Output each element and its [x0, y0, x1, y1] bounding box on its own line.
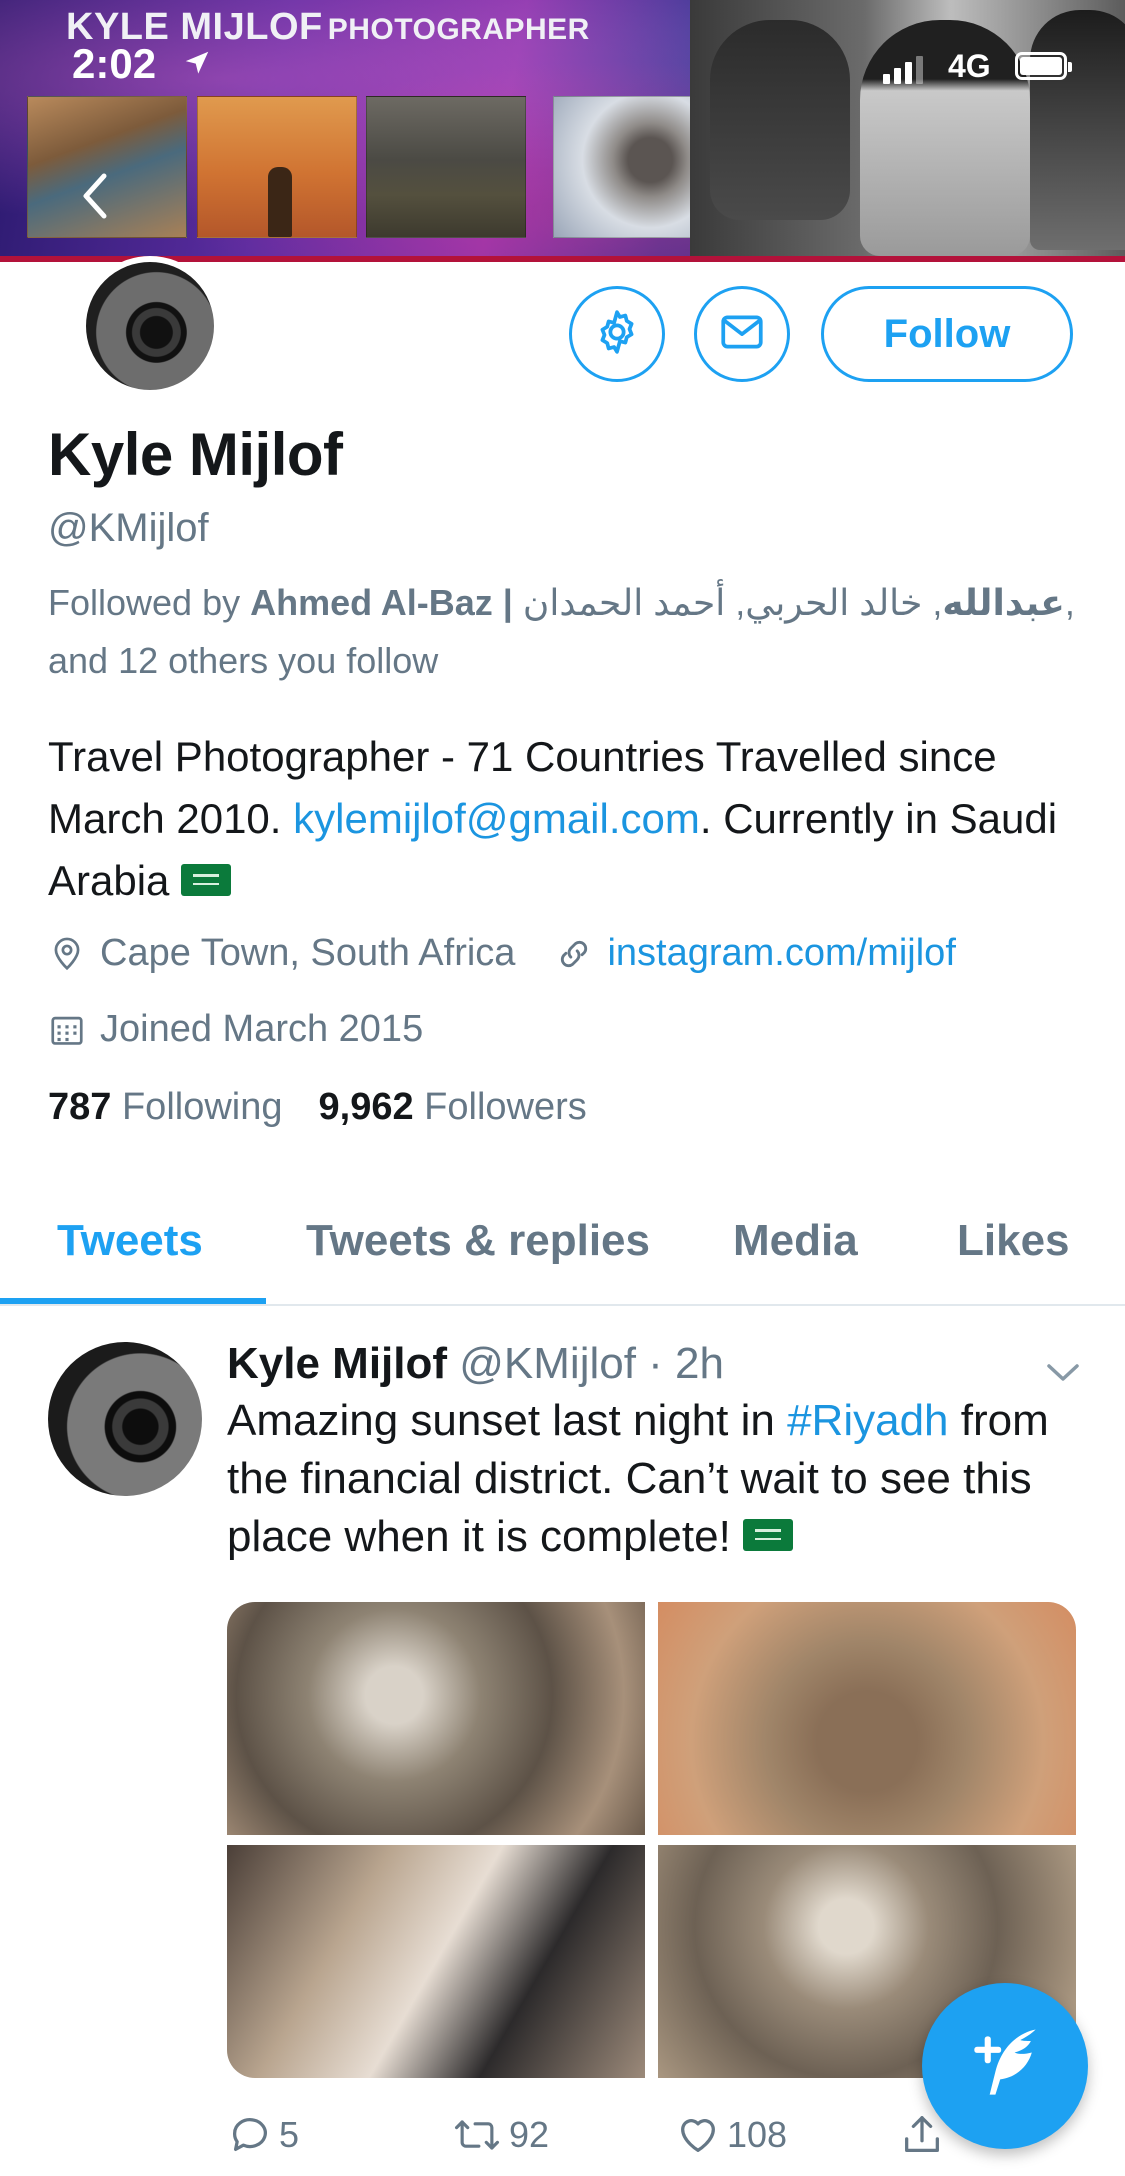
tweet-author-name[interactable]: Kyle Mijlof [227, 1339, 447, 1388]
compose-tweet-icon [959, 2018, 1051, 2115]
tab-tweets-and-replies[interactable]: Tweets & replies [306, 1176, 650, 1306]
banner-photo-mountains [366, 96, 526, 238]
retweet-button[interactable]: 92 [451, 2112, 549, 2158]
mail-icon [717, 307, 767, 362]
reply-count: 5 [279, 2114, 300, 2155]
retweet-icon [451, 2112, 503, 2158]
tweet-photo-3[interactable] [227, 1845, 645, 2078]
tweet-photo-2[interactable] [658, 1602, 1076, 1835]
profile-website-link[interactable]: instagram.com/mijlof [607, 932, 955, 975]
profile-handle: @KMijlof [48, 506, 209, 550]
battery-icon [1015, 52, 1072, 80]
profile-bio: Travel Photographer - 71 Countries Trave… [48, 726, 1088, 912]
like-button[interactable]: 108 [675, 2112, 787, 2158]
saudi-flag-icon [743, 1519, 794, 1552]
following-label: Following [121, 1086, 283, 1128]
tweet-photo-1[interactable] [227, 1602, 645, 1835]
tweet-text: Amazing sunset last night in #Riyadh fro… [227, 1392, 1087, 1566]
followers-count: 9,962 [318, 1086, 414, 1128]
followed-by-prefix: Followed by [48, 582, 251, 623]
banner-title-role: PHOTOGRAPHER [327, 13, 590, 46]
settings-button[interactable] [569, 286, 665, 382]
retweet-count: 92 [509, 2114, 550, 2155]
reply-icon [227, 2112, 273, 2158]
banner-portraits [690, 0, 1125, 256]
tweet-hashtag-link[interactable]: #Riyadh [787, 1396, 948, 1445]
share-icon [899, 2112, 945, 2158]
profile-avatar[interactable] [80, 256, 220, 396]
tweet-handle-time: @KMijlof · 2h [459, 1339, 724, 1388]
profile-display-name: Kyle Mijlof [48, 421, 343, 488]
gear-icon [592, 307, 642, 362]
profile-meta-joined-row: Joined March 2015 [48, 1008, 423, 1051]
profile-joined-date: Joined March 2015 [100, 1008, 424, 1050]
bio-email-link[interactable]: kylemijlof@gmail.com [293, 795, 700, 842]
back-chevron-icon[interactable] [76, 170, 112, 227]
message-button[interactable] [694, 286, 790, 382]
calendar-icon [48, 1011, 86, 1049]
active-tab-indicator [0, 1298, 266, 1304]
follow-counts: 787 Following 9,962 Followers [48, 1086, 587, 1129]
status-time: 2:02 [72, 40, 157, 87]
reply-button[interactable]: 5 [227, 2112, 299, 2158]
compose-tweet-button[interactable] [922, 1983, 1088, 2149]
tab-likes[interactable]: Likes [957, 1176, 1070, 1306]
followers-label: Followers [424, 1086, 587, 1128]
followers-link[interactable]: 9,962 Followers [319, 1086, 587, 1128]
profile-location: Cape Town, South Africa [100, 932, 516, 974]
profile-tabs: Tweets Tweets & replies Media Likes [0, 1176, 1125, 1306]
location-pin-icon [48, 935, 86, 973]
link-icon [555, 935, 593, 973]
tweet-text-part1: Amazing sunset last night in [227, 1396, 788, 1445]
tweet-header: Kyle Mijlof @KMijlof · 2h [227, 1336, 724, 1392]
network-type: 4G [948, 48, 991, 84]
tweet-author-avatar[interactable] [48, 1342, 202, 1496]
tab-media[interactable]: Media [733, 1176, 858, 1306]
like-icon [675, 2112, 721, 2158]
saudi-flag-icon [181, 863, 232, 896]
following-count: 787 [48, 1086, 112, 1128]
signal-strength-icon [883, 56, 923, 84]
follow-button[interactable]: Follow [821, 286, 1073, 382]
like-count: 108 [727, 2114, 788, 2155]
chevron-down-icon[interactable] [1043, 1360, 1083, 1391]
profile-meta-location-row: Cape Town, South Africa instagram.com/mi… [48, 932, 956, 975]
profile-banner[interactable]: KYLE MIJLOF PHOTOGRAPHER [0, 0, 1125, 262]
location-arrow-icon [182, 48, 212, 83]
followed-by-text[interactable]: Followed by Ahmed Al-Baz | عبدالله, خالد… [48, 574, 1088, 690]
tab-tweets[interactable]: Tweets [57, 1176, 203, 1306]
followed-by-arabic-names[interactable]: , خالد الحربي, أحمد الحمدان [523, 582, 943, 623]
banner-photo-desert [197, 96, 357, 238]
following-link[interactable]: 787 Following [48, 1086, 283, 1128]
